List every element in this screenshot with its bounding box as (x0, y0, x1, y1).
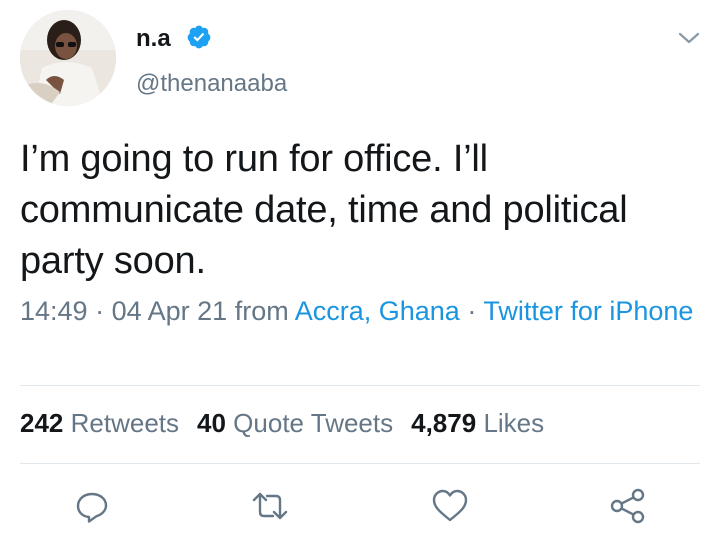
chevron-down-icon[interactable] (678, 30, 700, 46)
retweets-label: Retweets (70, 408, 180, 438)
divider (20, 463, 700, 464)
author-handle[interactable]: @thenanaaba (136, 70, 287, 98)
author-name[interactable]: n.a (136, 25, 171, 53)
divider (20, 385, 700, 386)
retweets-count: 242 (20, 408, 64, 438)
likes-stat[interactable]: 4,879 Likes (411, 408, 544, 438)
quote-tweets-count: 40 (197, 408, 226, 438)
retweets-stat[interactable]: 242 Retweets (20, 408, 179, 438)
reply-icon[interactable] (72, 486, 112, 526)
client-link[interactable]: Twitter for iPhone (483, 296, 693, 326)
meta-separator-2: · (467, 296, 477, 326)
likes-count: 4,879 (411, 408, 477, 438)
retweet-icon[interactable] (250, 486, 290, 526)
from-label: from (234, 296, 289, 326)
tweet-date[interactable]: 04 Apr 21 (112, 296, 228, 326)
share-icon[interactable] (608, 486, 648, 526)
tweet-text: I’m going to run for office. I’ll commun… (20, 138, 628, 282)
heart-icon[interactable] (430, 486, 470, 526)
location-link[interactable]: Accra, Ghana (295, 296, 460, 326)
tweet-meta: 14:49 · 04 Apr 21 from Accra, Ghana · Tw… (20, 293, 700, 330)
tweet-stats: 242 Retweets 40 Quote Tweets 4,879 Likes (20, 408, 544, 439)
quote-tweets-stat[interactable]: 40 Quote Tweets (197, 408, 393, 438)
meta-separator: · (95, 296, 105, 326)
tweet-time[interactable]: 14:49 (20, 296, 88, 326)
avatar[interactable] (20, 10, 116, 106)
quote-tweets-label: Quote Tweets (233, 408, 394, 438)
verified-badge-icon (186, 24, 212, 50)
likes-label: Likes (483, 408, 545, 438)
